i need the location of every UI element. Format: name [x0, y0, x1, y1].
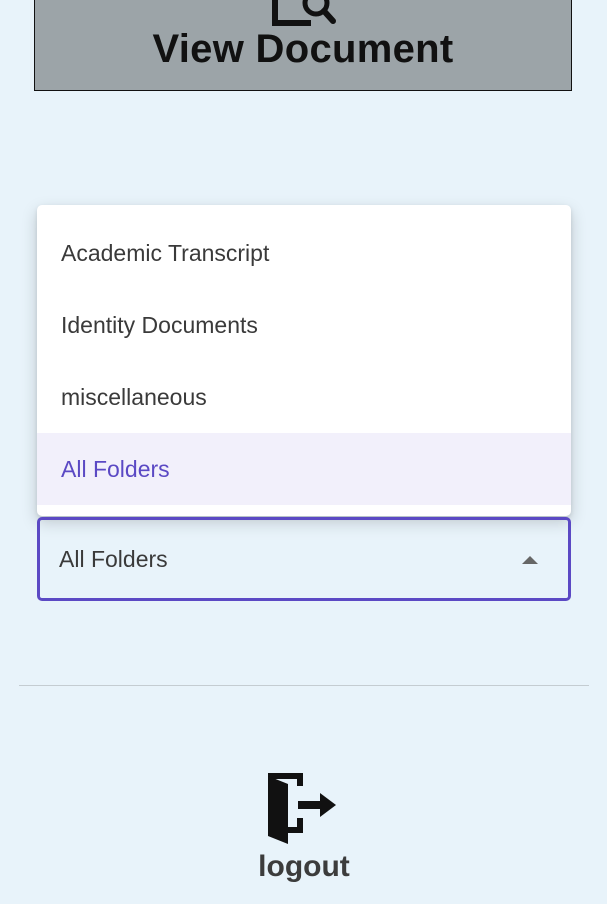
logout-button[interactable]: logout [230, 768, 378, 893]
view-document-label: View Document [152, 27, 454, 71]
view-document-button[interactable]: View Document [34, 0, 572, 91]
page: View Document Academic Transcript Identi… [0, 0, 607, 904]
menu-item-identity-documents[interactable]: Identity Documents [37, 289, 571, 361]
divider [19, 685, 589, 686]
folder-dropdown-menu: Academic Transcript Identity Documents m… [37, 205, 571, 516]
folder-select-value: All Folders [59, 546, 168, 572]
logout-label: logout [258, 850, 350, 883]
menu-item-miscellaneous[interactable]: miscellaneous [37, 361, 571, 433]
logout-door-icon [268, 773, 336, 844]
folder-select[interactable]: All Folders [37, 517, 571, 601]
caret-up-icon [522, 556, 538, 564]
menu-item-all-folders[interactable]: All Folders [37, 433, 571, 505]
menu-item-academic-transcript[interactable]: Academic Transcript [37, 217, 571, 289]
document-search-icon [272, 0, 336, 26]
